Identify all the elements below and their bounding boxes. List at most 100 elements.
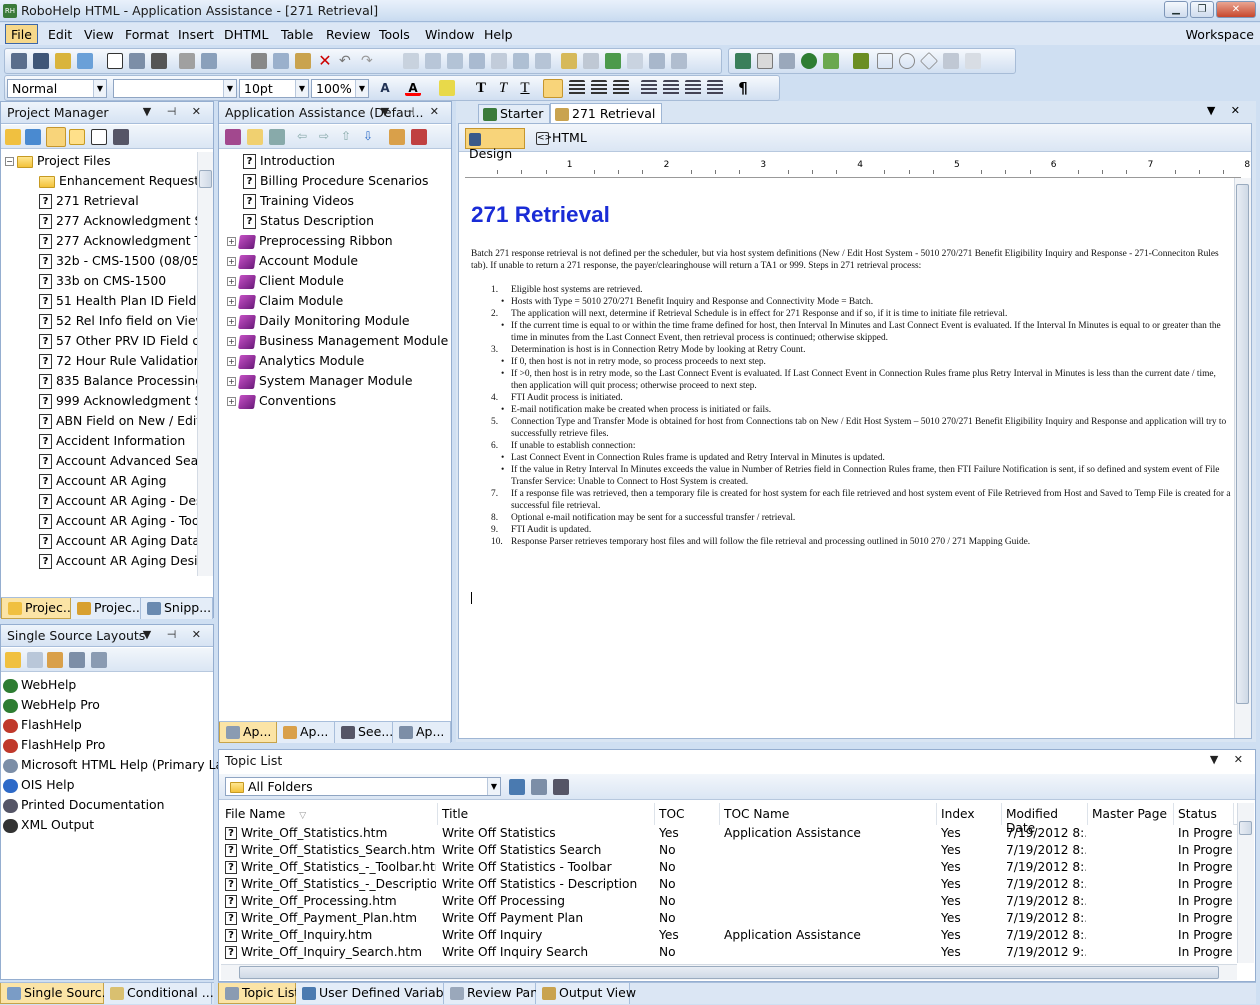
move-left-icon[interactable]: ⇦ — [297, 129, 313, 145]
topic-row[interactable]: ? Write_Off_Processing.htm Write Off Proce… — [221, 894, 1237, 911]
toc-properties-icon[interactable] — [269, 129, 285, 145]
bold-icon[interactable]: T — [473, 80, 489, 96]
toc-book-item[interactable]: + Daily Monitoring Module — [227, 313, 410, 333]
view-output-icon[interactable] — [69, 652, 85, 668]
topic-row[interactable]: ? Write_Off_Payment_Plan.htm Write Off Pay… — [221, 911, 1237, 928]
project-file-item[interactable]: ? ABN Field on New / Edit Man — [39, 413, 197, 433]
project-file-item[interactable]: ? 835 Balance Processing — [39, 373, 197, 393]
tab-output-view[interactable]: Output View — [536, 983, 636, 1004]
find-topic-icon[interactable] — [553, 779, 569, 795]
menu-insert[interactable]: Insert — [173, 26, 219, 44]
book-list-icon[interactable] — [411, 129, 427, 145]
style-select[interactable]: Normal ▼ — [7, 79, 107, 98]
project-file-item[interactable]: ? 33b on CMS-1500 — [39, 273, 166, 293]
toc-book-item[interactable]: + Analytics Module — [227, 353, 364, 373]
layout-item[interactable]: FlashHelp — [3, 717, 82, 737]
track-icon[interactable] — [779, 53, 795, 69]
scrollbar-thumb[interactable] — [239, 966, 1219, 979]
menu-edit[interactable]: Edit — [43, 26, 77, 44]
paste-icon[interactable] — [295, 53, 311, 69]
snippet-icon[interactable] — [671, 53, 687, 69]
project-file-item[interactable]: ? Account AR Aging — [39, 473, 167, 493]
justify-icon[interactable] — [613, 80, 629, 96]
format-icon[interactable]: A — [377, 80, 393, 96]
toc-book-item[interactable]: + Preprocessing Ribbon — [227, 233, 393, 253]
captivate-icon[interactable] — [823, 53, 839, 69]
toc-topic-item[interactable]: ? Introduction — [243, 153, 335, 173]
menu-help[interactable]: Help — [479, 26, 518, 44]
save-all-icon[interactable] — [33, 53, 49, 69]
topic-row[interactable]: ? Write_Off_Statistics_-_Toolbar.htm Write… — [221, 860, 1237, 877]
project-file-item[interactable]: ? 271 Retrieval — [39, 193, 139, 213]
project-file-item[interactable]: ? 277 Acknowledgment Troubl — [39, 233, 197, 253]
tab-glossary[interactable]: Ap... — [393, 722, 451, 743]
auto-create-toc-icon[interactable] — [389, 129, 405, 145]
align-center-icon[interactable] — [569, 80, 585, 96]
zoom-select[interactable]: 100% ▼ — [311, 79, 369, 98]
project-file-item[interactable]: ? 32b - CMS-1500 (08/05) Forn — [39, 253, 197, 273]
project-file-item[interactable]: ? Account AR Aging - Toolbar — [39, 513, 197, 533]
menu-table[interactable]: Table — [276, 26, 318, 44]
editor-window-buttons[interactable]: ▼ ✕ — [1207, 104, 1246, 117]
align-right-icon[interactable] — [591, 80, 607, 96]
topic-properties-icon[interactable] — [91, 129, 107, 145]
zoom-dropdown-arrow[interactable]: ▼ — [355, 80, 368, 97]
font-color-icon[interactable]: A — [405, 80, 421, 96]
panel-buttons[interactable]: ▼ ⊣ ✕ — [143, 628, 207, 641]
toc-book-item[interactable]: + Business Management Module — [227, 333, 448, 353]
print-icon[interactable] — [151, 53, 167, 69]
column-header[interactable]: Master Page — [1088, 803, 1174, 825]
numbered-list-icon[interactable] — [641, 80, 657, 96]
scrollbar-thumb[interactable] — [1236, 184, 1249, 704]
spelling-icon[interactable] — [129, 53, 145, 69]
tab-snippets[interactable]: Snipp... — [141, 598, 213, 619]
project-file-item[interactable]: ? 57 Other PRV ID Field on UB — [39, 333, 197, 353]
column-header[interactable]: Title — [438, 803, 655, 825]
expand-toggle[interactable]: + — [227, 397, 236, 406]
project-file-item[interactable]: ? 52 Rel Info field on View / Ed — [39, 313, 197, 333]
topic-icon-3[interactable] — [447, 53, 463, 69]
menu-dhtml[interactable]: DHTML — [219, 26, 273, 44]
bullet-list-icon[interactable] — [663, 80, 679, 96]
column-header[interactable]: File Name ▽ — [221, 803, 438, 825]
align-left-icon[interactable] — [543, 79, 563, 98]
project-file-item[interactable]: ? 72 Hour Rule Validation — [39, 353, 197, 373]
expand-toggle[interactable]: + — [227, 377, 236, 386]
redo-icon[interactable]: ↷ — [361, 53, 377, 69]
topic-icon-7[interactable] — [535, 53, 551, 69]
design-mode-button[interactable]: Design — [465, 128, 525, 161]
layout-item[interactable]: OIS Help — [3, 777, 74, 797]
restore-button[interactable]: ❐ — [1190, 1, 1214, 18]
project-file-item[interactable]: ? 51 Health Plan ID Field on U — [39, 293, 197, 313]
expand-toggle[interactable]: + — [227, 357, 236, 366]
new-page-icon[interactable] — [247, 129, 263, 145]
pen-icon[interactable] — [179, 53, 195, 69]
tab-review-pane[interactable]: Review Pane — [444, 983, 546, 1004]
tab-conditional[interactable]: Conditional ... — [104, 983, 214, 1004]
expand-toggle[interactable]: + — [227, 337, 236, 346]
tab-single-source[interactable]: Single Sourc... — [0, 983, 114, 1004]
expand-toggle[interactable]: + — [227, 297, 236, 306]
cut-icon[interactable] — [251, 53, 267, 69]
panel-buttons[interactable]: ▼ ✕ — [1210, 753, 1249, 766]
size-dropdown-arrow[interactable]: ▼ — [295, 80, 308, 97]
outdent-icon[interactable] — [685, 80, 701, 96]
layout-item[interactable]: XML Output — [3, 817, 94, 837]
expand-toggle[interactable]: + — [227, 317, 236, 326]
topic-row[interactable]: ? Write_Off_Inquiry_Search.htm Write Off I… — [221, 945, 1237, 962]
menu-tools[interactable]: Tools — [374, 26, 415, 44]
project-file-item[interactable]: ? Account Advanced Search — [39, 453, 197, 473]
panel-buttons[interactable]: ▼ ⊣ ✕ — [143, 105, 207, 118]
layout-item[interactable]: WebHelp Pro — [3, 697, 100, 717]
toc-book-item[interactable]: + Conventions — [227, 393, 336, 413]
font-size-select[interactable]: 10pt ▼ — [239, 79, 309, 98]
project-file-item[interactable]: ? Account AR Aging Data Cap — [39, 533, 197, 553]
expand-toggle[interactable]: + — [227, 237, 236, 246]
tab-project-set[interactable]: Projec... — [71, 598, 144, 619]
comment-icon[interactable] — [757, 53, 773, 69]
html-mode-button[interactable]: <>HTML — [533, 128, 593, 149]
new-book-icon[interactable] — [225, 129, 241, 145]
circle-icon[interactable] — [899, 53, 915, 69]
link-icon[interactable] — [561, 53, 577, 69]
topic-icon-6[interactable] — [513, 53, 529, 69]
